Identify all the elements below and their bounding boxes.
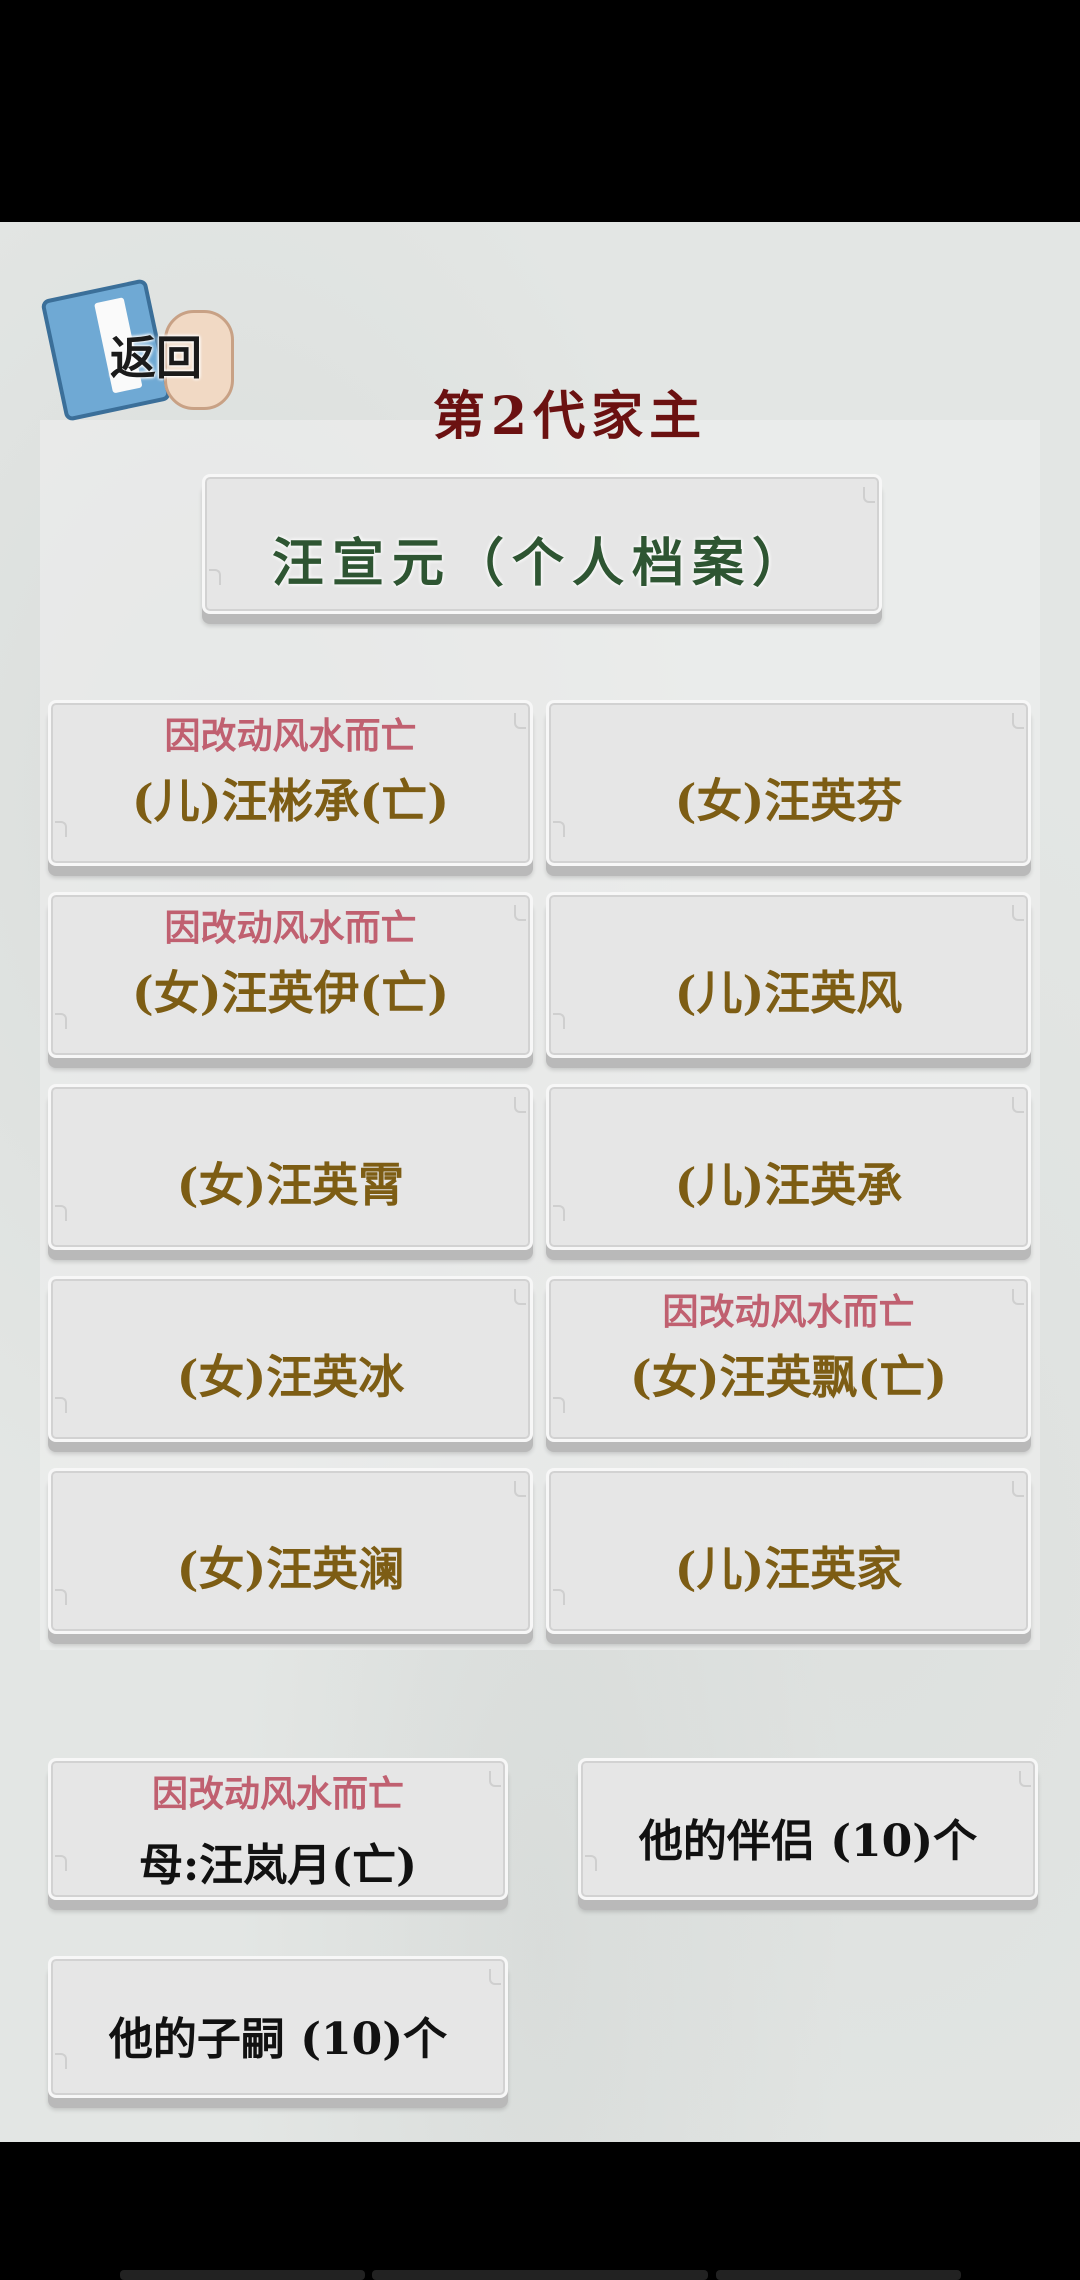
child-card[interactable]: (女)汪英霄 bbox=[48, 1084, 533, 1250]
navigation-bar-area bbox=[0, 2142, 1080, 2280]
child-name: (女)汪英澜 bbox=[176, 1542, 405, 1596]
child-card[interactable]: (儿)汪英风 bbox=[546, 892, 1031, 1058]
child-name: (女)汪英伊(亡) bbox=[131, 966, 450, 1020]
death-cause: 因改动风水而亡 bbox=[662, 1291, 915, 1333]
partners-button[interactable]: 他的伴侣 (10)个 bbox=[578, 1758, 1038, 1900]
child-card[interactable]: (女)汪英冰 bbox=[48, 1276, 533, 1442]
child-card[interactable]: 因改动风水而亡 (女)汪英飘(亡) bbox=[546, 1276, 1031, 1442]
profile-title: 汪宣元（个人档案） bbox=[271, 533, 812, 594]
child-name: (儿)汪英家 bbox=[674, 1542, 903, 1596]
partners-label: 他的伴侣 (10)个 bbox=[638, 1816, 978, 1867]
death-cause: 因改动风水而亡 bbox=[151, 1773, 404, 1815]
child-card[interactable]: (女)汪英澜 bbox=[48, 1468, 533, 1634]
heirs-label: 他的子嗣 (10)个 bbox=[108, 2014, 448, 2065]
profile-title-card: 汪宣元（个人档案） bbox=[202, 474, 882, 614]
generation-title: 第2代家主 bbox=[432, 386, 708, 447]
child-card[interactable]: 因改动风水而亡 (儿)汪彬承(亡) bbox=[48, 700, 533, 866]
death-cause: 因改动风水而亡 bbox=[164, 715, 417, 757]
nav-hint-left bbox=[120, 2270, 365, 2280]
child-name: (儿)汪彬承(亡) bbox=[131, 774, 450, 828]
heirs-button[interactable]: 他的子嗣 (10)个 bbox=[48, 1956, 508, 2098]
child-card[interactable]: (儿)汪英家 bbox=[546, 1468, 1031, 1634]
child-name: (儿)汪英风 bbox=[674, 966, 903, 1020]
child-card[interactable]: 因改动风水而亡 (女)汪英伊(亡) bbox=[48, 892, 533, 1058]
child-card[interactable]: (女)汪英芬 bbox=[546, 700, 1031, 866]
child-name: (女)汪英冰 bbox=[176, 1350, 405, 1404]
child-name: (女)汪英芬 bbox=[674, 774, 903, 828]
child-name: (儿)汪英承 bbox=[674, 1158, 903, 1212]
mother-button[interactable]: 因改动风水而亡 母:汪岚月(亡) bbox=[48, 1758, 508, 1900]
child-name: (女)汪英霄 bbox=[176, 1158, 405, 1212]
mother-label: 母:汪岚月(亡) bbox=[139, 1840, 417, 1891]
nav-hint-center bbox=[372, 2270, 708, 2280]
child-card[interactable]: (儿)汪英承 bbox=[546, 1084, 1031, 1250]
nav-hint-right bbox=[716, 2270, 961, 2280]
death-cause: 因改动风水而亡 bbox=[164, 907, 417, 949]
child-name: (女)汪英飘(亡) bbox=[629, 1350, 948, 1404]
status-bar-area bbox=[0, 0, 1080, 222]
